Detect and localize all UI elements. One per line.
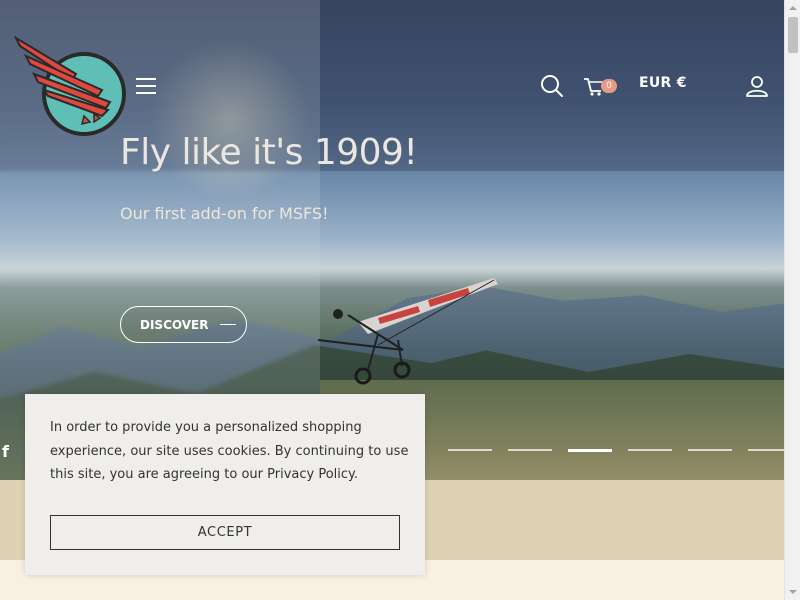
slide-dot-5[interactable] [688,449,732,451]
vintage-airplane-image [318,278,498,385]
currency-selector[interactable]: EUR € [639,75,687,91]
dash-icon [220,323,237,326]
slide-dot-1[interactable] [448,449,492,451]
hero-title: Fly like it's 1909! [120,132,418,173]
scrollbar[interactable] [784,0,800,600]
cart-count-badge: 0 [601,79,617,93]
discover-button-label: DISCOVER [140,317,209,332]
accept-cookies-button[interactable]: ACCEPT [50,515,400,550]
scrollbar-thumb[interactable] [788,17,798,53]
cookie-banner: In order to provide you a personalized s… [25,394,425,575]
search-icon[interactable] [540,74,564,98]
scroll-down-arrow-icon[interactable] [785,584,800,600]
slider-pagination [448,449,784,452]
facebook-icon[interactable]: f [2,442,9,461]
scroll-up-arrow-icon[interactable] [785,0,800,16]
slide-dot-4[interactable] [628,449,672,451]
winged-logo-icon[interactable] [14,34,126,138]
user-icon[interactable] [746,75,768,97]
slide-dot-3-active[interactable] [568,449,612,452]
hamburger-menu-icon[interactable] [136,78,156,94]
hero-subtitle: Our first add-on for MSFS! [120,204,329,223]
cookie-message: In order to provide you a personalized s… [50,420,409,482]
slide-dot-2[interactable] [508,449,552,451]
slide-dot-6[interactable] [748,449,784,451]
discover-button[interactable]: DISCOVER [120,306,247,343]
